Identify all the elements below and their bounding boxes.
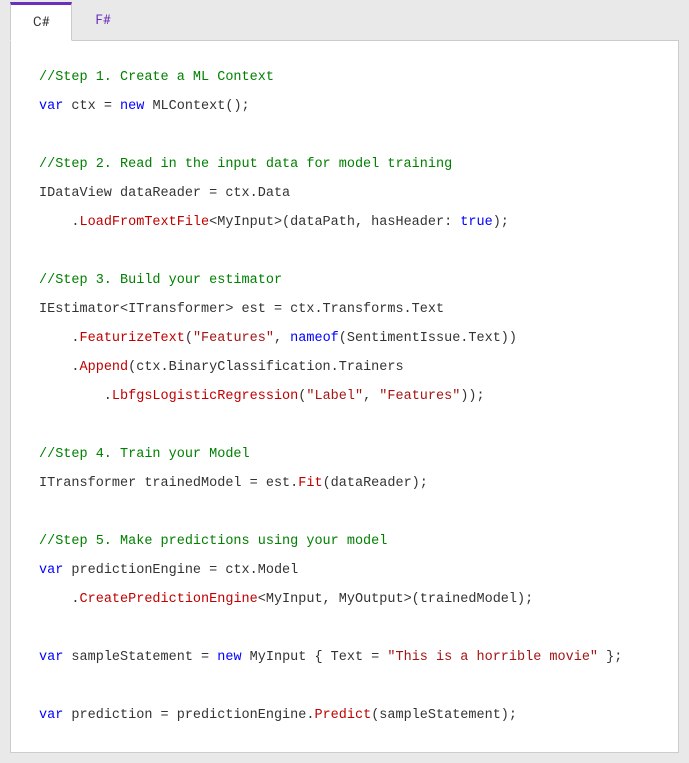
code-text: (SentimentIssue.Text)) (339, 331, 517, 346)
code-text: . (39, 331, 80, 346)
code-comment: //Step 1. Create a ML Context (39, 70, 274, 85)
tab-csharp[interactable]: C# (10, 2, 72, 41)
code-text: , (274, 331, 290, 346)
tab-fsharp[interactable]: F# (72, 2, 133, 40)
code-text: IDataView dataReader = ctx.Data (39, 186, 290, 201)
code-text: ITransformer trainedModel = est. (39, 476, 298, 491)
code-keyword: nameof (290, 331, 339, 346)
code-method: CreatePredictionEngine (80, 592, 258, 607)
code-text: }; (598, 650, 622, 665)
code-keyword: var (39, 563, 63, 578)
tab-label: F# (95, 13, 110, 28)
code-text: <MyInput>(dataPath, hasHeader: (209, 215, 460, 230)
code-text: predictionEngine = ctx.Model (63, 563, 298, 578)
code-method: LbfgsLogisticRegression (112, 389, 298, 404)
code-keyword: var (39, 708, 63, 723)
code-string: "This is a horrible movie" (387, 650, 598, 665)
code-text: . (39, 215, 80, 230)
code-text: IEstimator<ITransformer> est = ctx.Trans… (39, 302, 444, 317)
code-text: (dataReader); (323, 476, 428, 491)
code-comment: //Step 5. Make predictions using your mo… (39, 534, 387, 549)
code-keyword: new (217, 650, 241, 665)
tab-label: C# (33, 15, 49, 30)
code-text: sampleStatement = (63, 650, 217, 665)
code-text: MLContext(); (144, 99, 249, 114)
code-keyword: new (120, 99, 144, 114)
code-text: . (39, 592, 80, 607)
code-method: LoadFromTextFile (80, 215, 210, 230)
code-block: //Step 1. Create a ML Context var ctx = … (39, 63, 660, 730)
code-method: FeaturizeText (80, 331, 185, 346)
code-text: (ctx.BinaryClassification.Trainers (128, 360, 403, 375)
code-comment: //Step 4. Train your Model (39, 447, 250, 462)
code-text: )); (460, 389, 484, 404)
code-string: "Label" (306, 389, 363, 404)
language-tabs: C# F# (10, 2, 679, 41)
code-method: Predict (314, 708, 371, 723)
code-text: ( (185, 331, 193, 346)
code-text: MyInput { Text = (242, 650, 388, 665)
code-string: "Features" (193, 331, 274, 346)
code-method: Fit (298, 476, 322, 491)
code-text: . (39, 360, 80, 375)
code-method: Append (80, 360, 129, 375)
code-comment: //Step 2. Read in the input data for mod… (39, 157, 452, 172)
code-text: ctx = (63, 99, 120, 114)
code-text: , (363, 389, 379, 404)
code-panel: //Step 1. Create a ML Context var ctx = … (10, 41, 679, 753)
code-keyword: var (39, 99, 63, 114)
code-example-container: C# F# //Step 1. Create a ML Context var … (0, 0, 689, 763)
code-text: ); (493, 215, 509, 230)
code-comment: //Step 3. Build your estimator (39, 273, 282, 288)
code-text: (sampleStatement); (371, 708, 517, 723)
code-string: "Features" (379, 389, 460, 404)
code-text: prediction = predictionEngine. (63, 708, 314, 723)
code-text: . (39, 389, 112, 404)
code-keyword: true (460, 215, 492, 230)
code-text: <MyInput, MyOutput>(trainedModel); (258, 592, 533, 607)
code-keyword: var (39, 650, 63, 665)
